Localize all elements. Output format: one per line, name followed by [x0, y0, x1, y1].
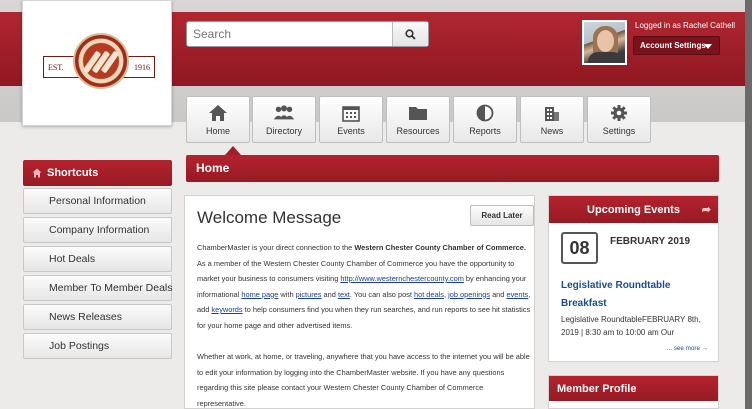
avatar-face — [597, 30, 614, 52]
nav-directory-button[interactable]: Directory — [252, 96, 316, 143]
welcome-text: ChamberMaster is your direct connection … — [197, 243, 355, 252]
welcome-text: and — [490, 289, 507, 299]
nav-events-button[interactable]: Events — [319, 96, 383, 143]
account-settings-button[interactable]: Account Settings — [633, 36, 720, 55]
events-link[interactable]: events — [506, 290, 528, 299]
text-link[interactable]: text — [338, 290, 350, 299]
sidebar-item-job-postings[interactable]: Job Postings — [23, 333, 172, 359]
share-arrow-icon[interactable]: ➦ — [702, 203, 711, 216]
nav-resources-button[interactable]: Resources — [386, 96, 450, 143]
home-page-link[interactable]: home page — [241, 290, 278, 299]
nav-settings-button[interactable]: Settings — [587, 96, 651, 143]
sidebar-item-label: News Releases — [49, 311, 122, 323]
chevron-down-icon — [704, 44, 712, 49]
welcome-title: Welcome Message — [197, 208, 342, 227]
logo-year-text: 1916 — [134, 62, 150, 72]
welcome-body: ChamberMaster is your direct connection … — [197, 240, 532, 409]
avatar-body — [588, 52, 623, 63]
see-more-link[interactable]: ... see more → — [667, 345, 708, 352]
shortcuts-title: Shortcuts — [47, 167, 99, 179]
avatar[interactable] — [582, 20, 627, 65]
pictures-link[interactable]: pictures — [296, 290, 322, 299]
welcome-panel: Welcome Message Read Later ChamberMaster… — [184, 195, 535, 409]
page-title: Home — [196, 161, 230, 175]
sidebar-item-company-information[interactable]: Company Information — [23, 217, 172, 243]
page-title-bar: Home — [186, 155, 719, 182]
nav-news-label: News — [540, 126, 564, 136]
nav-resources-label: Resources — [396, 126, 440, 136]
nav-reports-label: Reports — [469, 126, 501, 136]
logo-est-text: EST. — [48, 62, 64, 72]
logo-seal — [73, 33, 129, 89]
home-icon — [32, 168, 42, 178]
search-icon — [405, 28, 416, 40]
member-profile-panel: Member Profile — [548, 375, 719, 409]
sidebar-item-label: Job Postings — [49, 340, 110, 352]
welcome-paragraph: ChamberMaster is your direct connection … — [197, 240, 532, 333]
event-month: FEBRUARY 2019 — [610, 236, 691, 247]
calendar-icon — [342, 106, 360, 122]
hot-deals-link[interactable]: hot deals — [414, 290, 444, 299]
sidebar-item-hot-deals[interactable]: Hot Deals — [23, 246, 172, 272]
keywords-link[interactable]: keywords — [211, 305, 242, 314]
upcoming-events-panel: Upcoming Events ➦ 08 FEBRUARY 2019 Legis… — [548, 195, 719, 362]
active-nav-pointer — [225, 146, 241, 155]
chamber-logo[interactable]: EST. 1916 — [22, 0, 172, 126]
gear-icon — [611, 105, 627, 121]
nav-settings-label: Settings — [602, 126, 636, 136]
search-box — [186, 21, 429, 47]
sidebar-item-personal-information[interactable]: Personal Information — [23, 188, 172, 214]
nav-home-button[interactable]: Home — [186, 96, 250, 143]
upcoming-events-title: Upcoming Events — [587, 203, 680, 216]
welcome-text: with — [278, 289, 296, 299]
sidebar-item-label: Company Information — [49, 224, 150, 236]
logged-in-label: Logged in as Rachel Cathell — [635, 21, 736, 30]
welcome-text: . You can also post — [349, 289, 414, 299]
upcoming-events-header[interactable]: Upcoming Events ➦ — [549, 196, 718, 223]
window-edge — [745, 0, 752, 409]
nav-home-label: Home — [205, 126, 230, 136]
account-settings-label: Account Settings — [640, 41, 706, 50]
sidebar-item-label: Hot Deals — [49, 253, 96, 265]
sidebar-item-member-to-member-deals[interactable]: Member To Member Deals — [23, 275, 173, 301]
welcome-paragraph-2: Whether at work, at home, or traveling, … — [197, 352, 530, 408]
people-icon — [273, 105, 295, 120]
welcome-text: to help consumers find you when they run… — [197, 305, 531, 330]
sidebar-item-news-releases[interactable]: News Releases — [23, 304, 172, 330]
event-date-badge: 08 — [561, 232, 598, 264]
pie-chart-icon — [476, 104, 494, 122]
home-icon — [209, 105, 227, 121]
search-input[interactable] — [187, 22, 394, 46]
sidebar-item-label: Member To Member Deals — [49, 282, 173, 294]
search-button[interactable] — [392, 22, 428, 46]
chamber-name-text: Western Chester County Chamber of Commer… — [354, 243, 526, 252]
nav-directory-label: Directory — [265, 126, 302, 136]
website-link[interactable]: http://www.westernchestercounty.com — [340, 274, 464, 283]
sidebar-item-label: Personal Information — [49, 195, 146, 207]
welcome-text: and — [321, 289, 338, 299]
read-later-button[interactable]: Read Later — [470, 205, 534, 226]
event-description: Legislative RoundtableFEBRUARY 8th, 2019… — [561, 315, 701, 337]
nav-reports-button[interactable]: Reports — [453, 96, 517, 143]
job-openings-link[interactable]: job openings — [448, 290, 490, 299]
building-icon — [545, 107, 559, 121]
nav-events-label: Events — [337, 126, 365, 136]
folder-icon — [409, 107, 427, 120]
member-profile-header[interactable]: Member Profile — [549, 376, 718, 401]
nav-news-button[interactable]: News — [520, 96, 584, 143]
shortcuts-header[interactable]: Shortcuts — [23, 160, 172, 186]
event-title-link[interactable]: Legislative Roundtable Breakfast — [561, 277, 716, 312]
